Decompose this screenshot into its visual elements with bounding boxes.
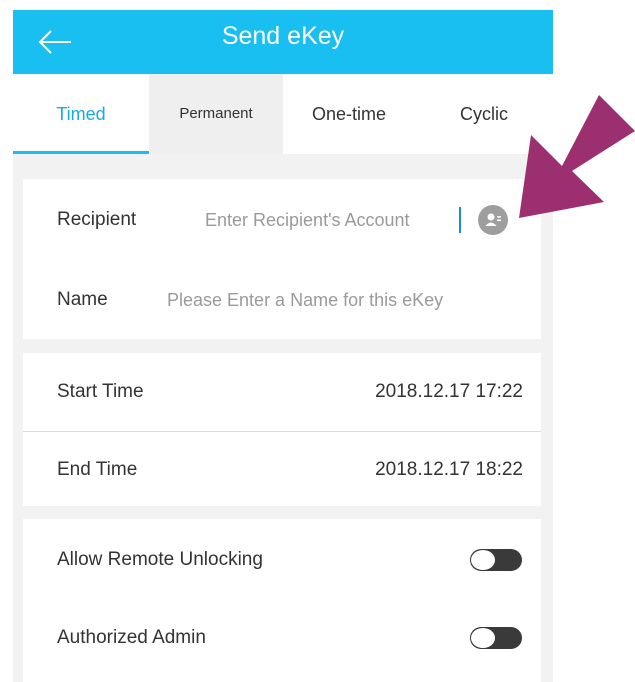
remote-unlock-label: Allow Remote Unlocking xyxy=(57,549,263,570)
name-row: Name Please Enter a Name for this eKey xyxy=(23,261,541,339)
start-time-label: Start Time xyxy=(57,381,144,402)
contacts-icon[interactable] xyxy=(478,205,508,235)
end-time-row[interactable]: End Time 2018.12.17 18:22 xyxy=(23,431,541,509)
toggle-thumb xyxy=(471,628,495,648)
recipient-input[interactable]: Enter Recipient's Account xyxy=(205,181,410,259)
authorized-admin-label: Authorized Admin xyxy=(57,627,206,648)
authorized-admin-row: Authorized Admin xyxy=(23,599,541,677)
remote-unlock-row: Allow Remote Unlocking xyxy=(23,521,541,599)
recipient-row: Recipient Enter Recipient's Account xyxy=(23,181,541,259)
start-time-row[interactable]: Start Time 2018.12.17 17:22 xyxy=(23,353,541,431)
tab-bar: Timed Permanent One-time Cyclic xyxy=(13,74,553,154)
recipient-card: Recipient Enter Recipient's Account Name… xyxy=(23,179,541,339)
text-cursor xyxy=(459,207,461,233)
end-time-label: End Time xyxy=(57,459,138,480)
toggle-thumb xyxy=(471,550,495,570)
recipient-label: Recipient xyxy=(57,209,137,230)
app-header: Send eKey xyxy=(13,10,553,74)
name-input[interactable]: Please Enter a Name for this eKey xyxy=(167,261,443,339)
tab-timed[interactable]: Timed xyxy=(13,74,149,154)
start-time-value[interactable]: 2018.12.17 17:22 xyxy=(375,353,523,431)
name-label: Name xyxy=(57,289,108,310)
annotation-arrow-icon xyxy=(519,95,635,218)
active-tab-indicator xyxy=(13,151,149,154)
tab-permanent[interactable]: Permanent xyxy=(149,74,283,154)
tab-one-time[interactable]: One-time xyxy=(283,74,415,154)
options-card: Allow Remote Unlocking Authorized Admin xyxy=(23,519,541,682)
end-time-value[interactable]: 2018.12.17 18:22 xyxy=(375,431,523,509)
remote-unlock-toggle[interactable] xyxy=(470,549,522,571)
authorized-admin-toggle[interactable] xyxy=(470,627,522,649)
time-card: Start Time 2018.12.17 17:22 End Time 201… xyxy=(23,353,541,506)
app-screen: Send eKey Timed Permanent One-time Cycli… xyxy=(13,10,553,682)
page-title: Send eKey xyxy=(221,22,345,50)
